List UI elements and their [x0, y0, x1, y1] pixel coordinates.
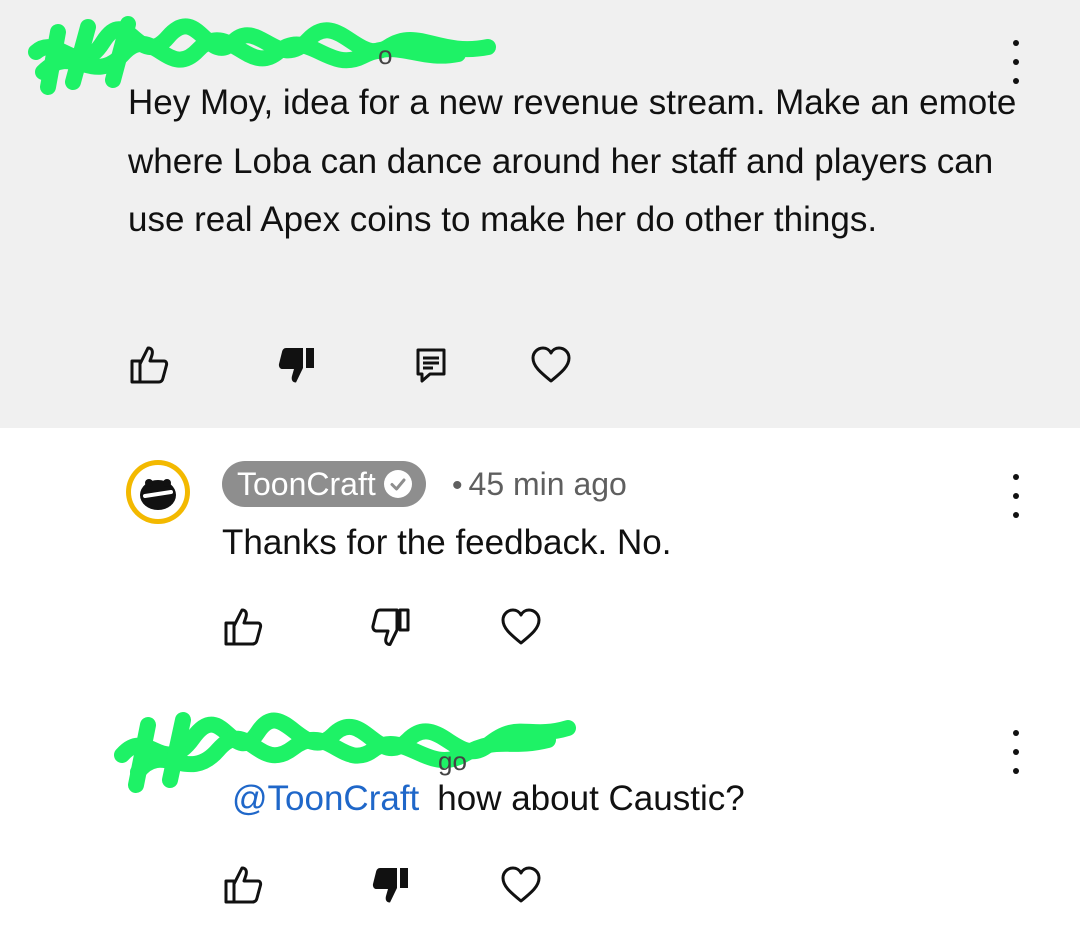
timestamp: 45 min ago — [468, 466, 627, 502]
thumbs-down-icon — [371, 608, 410, 646]
thumbs-up-icon — [224, 608, 263, 646]
highlighted-comment: o Hey Moy, idea for a new revenue stream… — [0, 0, 1080, 428]
heart-icon — [531, 346, 571, 383]
thumbs-up-icon — [224, 866, 263, 904]
dislike-button[interactable] — [370, 606, 412, 648]
dislike-button[interactable] — [370, 864, 412, 906]
tooncraft-logo-icon — [140, 479, 176, 510]
more-options-button[interactable] — [1010, 474, 1022, 518]
avatar[interactable] — [126, 460, 190, 524]
more-options-button[interactable] — [1010, 730, 1022, 774]
like-button[interactable] — [128, 344, 170, 386]
thumbs-up-icon — [130, 346, 169, 384]
comment-actions — [222, 864, 552, 912]
author-badge[interactable]: ToonCraft — [222, 461, 426, 507]
verified-check-icon — [383, 470, 412, 498]
heart-icon — [501, 866, 541, 903]
comment-text: @ToonCraft how about Caustic? — [232, 770, 745, 829]
heart-button[interactable] — [500, 606, 542, 648]
reply-button[interactable] — [411, 344, 453, 386]
heart-button[interactable] — [500, 864, 542, 906]
comment-text: Thanks for the feedback. No. — [222, 523, 672, 562]
comment-actions — [222, 606, 552, 654]
comment-text-body: how about Caustic? — [437, 779, 745, 818]
comment-meta: • 45 min ago — [452, 461, 627, 509]
comment-actions — [128, 344, 588, 392]
author-name: ToonCraft — [237, 466, 376, 502]
like-button[interactable] — [222, 864, 264, 906]
thumbs-down-icon — [278, 348, 314, 383]
separator-dot: • — [452, 469, 463, 502]
comment-text: Hey Moy, idea for a new revenue stream. … — [128, 83, 1017, 239]
reply-comment: go @ToonCraft how about Caustic? — [0, 678, 1080, 946]
thumbs-down-icon — [372, 868, 408, 903]
reply-icon — [416, 348, 446, 383]
dislike-button[interactable] — [276, 344, 318, 386]
heart-button[interactable] — [530, 344, 572, 386]
like-button[interactable] — [222, 606, 264, 648]
reply-comment: ToonCraft • 45 min ago Thanks for the fee… — [0, 428, 1080, 678]
svg-text:o: o — [378, 40, 392, 70]
mention-link[interactable]: @ToonCraft — [232, 779, 419, 818]
heart-icon — [501, 608, 541, 645]
